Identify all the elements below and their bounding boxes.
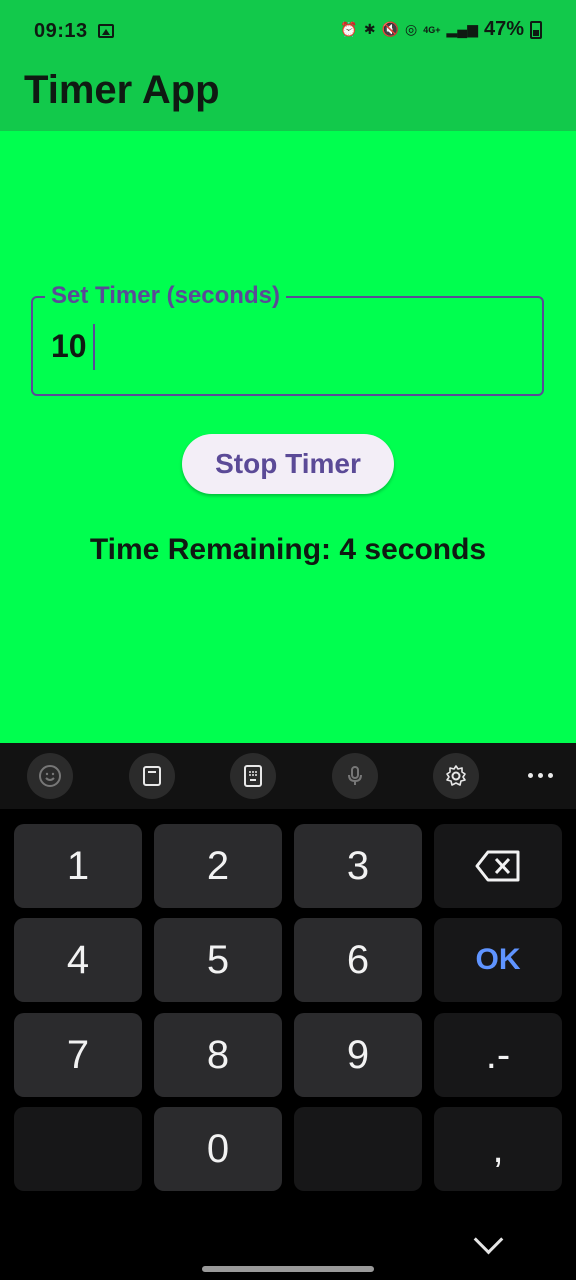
keyboard-toolbar <box>0 743 576 809</box>
signal-icon: ▂▄▆ <box>446 21 478 37</box>
key-comma[interactable]: , <box>434 1107 562 1191</box>
settings-icon[interactable] <box>433 753 479 799</box>
key-5[interactable]: 5 <box>154 918 282 1002</box>
timer-seconds-field[interactable]: Set Timer (seconds) 10 <box>31 282 544 396</box>
status-icons: ⏰ ✱ 🔇 ◎ 4G+ ▂▄▆ 47% <box>340 18 542 41</box>
backspace-key[interactable] <box>434 824 562 908</box>
key-0[interactable]: 0 <box>154 1107 282 1191</box>
hide-keyboard-chevron-down-icon[interactable] <box>473 1224 504 1255</box>
key-blank-left[interactable] <box>14 1107 142 1191</box>
key-9[interactable]: 9 <box>294 1013 422 1097</box>
status-time: 09:13 <box>34 20 88 42</box>
app-bar: Timer App <box>0 60 576 131</box>
page-title: Timer App <box>24 68 220 112</box>
mute-icon: 🔇 <box>381 21 400 37</box>
alarm-icon: ⏰ <box>340 21 358 37</box>
key-dot-minus[interactable]: .- <box>434 1013 562 1097</box>
hotspot-icon: ◎ <box>405 21 418 37</box>
main-content: Set Timer (seconds) 10 Stop Timer Time R… <box>0 131 576 743</box>
status-bar: 09:13 ⏰ ✱ 🔇 ◎ 4G+ ▂▄▆ 47% <box>0 0 576 60</box>
key-6[interactable]: 6 <box>294 918 422 1002</box>
gesture-handle[interactable] <box>202 1266 374 1272</box>
emoji-icon[interactable] <box>27 753 73 799</box>
clipboard-icon[interactable] <box>129 753 175 799</box>
backspace-icon <box>475 850 520 882</box>
timer-field-label: Set Timer (seconds) <box>45 282 286 310</box>
key-2[interactable]: 2 <box>154 824 282 908</box>
timer-field-value[interactable]: 10 <box>51 328 87 365</box>
key-blank-right[interactable] <box>294 1107 422 1191</box>
mic-icon[interactable] <box>332 753 378 799</box>
key-8[interactable]: 8 <box>154 1013 282 1097</box>
battery-icon <box>530 20 542 39</box>
time-remaining-text: Time Remaining: 4 seconds <box>89 533 487 566</box>
ok-key[interactable]: OK <box>434 918 562 1002</box>
key-1[interactable]: 1 <box>14 824 142 908</box>
stop-timer-button[interactable]: Stop Timer <box>182 434 394 494</box>
gallery-icon <box>98 24 114 38</box>
key-3[interactable]: 3 <box>294 824 422 908</box>
key-4[interactable]: 4 <box>14 918 142 1002</box>
navigation-bar <box>0 1205 576 1280</box>
key-7[interactable]: 7 <box>14 1013 142 1097</box>
text-caret <box>93 324 95 370</box>
more-icon[interactable] <box>522 757 560 793</box>
keypad-icon[interactable] <box>230 753 276 799</box>
4g-icon: 4G+ <box>423 24 441 35</box>
battery-percent: 47% <box>483 18 524 40</box>
bluetooth-icon: ✱ <box>363 21 376 37</box>
